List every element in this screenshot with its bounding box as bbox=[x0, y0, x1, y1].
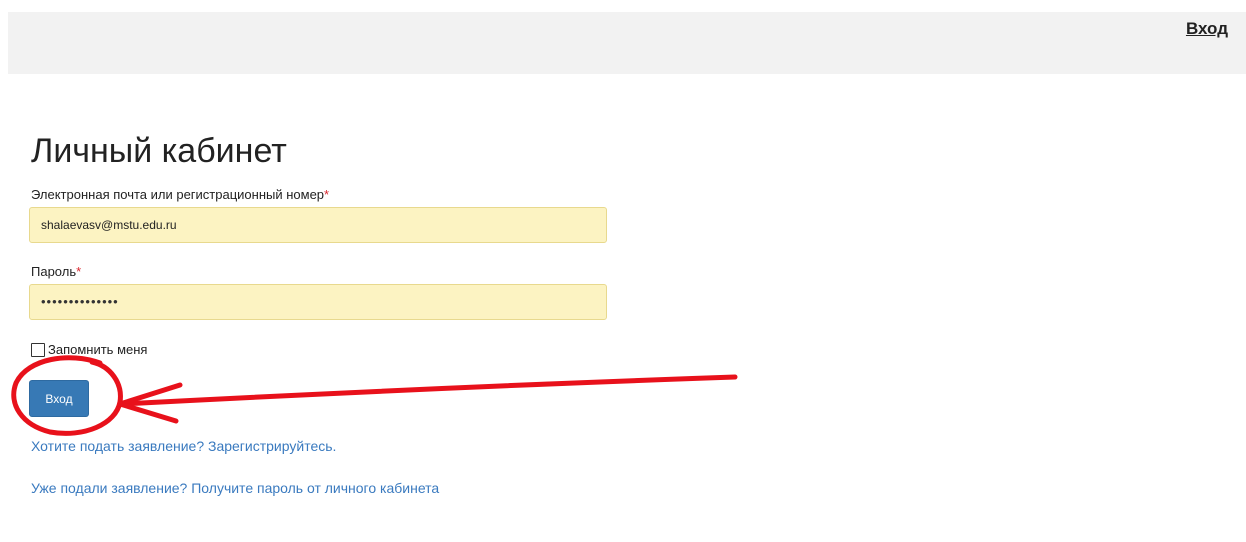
password-field[interactable]: •••••••••••••• bbox=[29, 284, 607, 320]
remember-me-row: Запомнить меня bbox=[31, 342, 147, 357]
annotation-arrow-head-lower bbox=[117, 401, 179, 424]
email-required-star: * bbox=[324, 187, 330, 202]
annotation-arrow-shaft bbox=[119, 374, 738, 407]
top-bar: Вход bbox=[8, 12, 1246, 74]
email-field[interactable] bbox=[29, 207, 607, 243]
remember-me-checkbox[interactable] bbox=[31, 342, 45, 357]
header-login-link[interactable]: Вход bbox=[1186, 19, 1228, 39]
register-link[interactable]: Хотите подать заявление? Зарегистрируйте… bbox=[31, 438, 336, 454]
password-label-text: Пароль bbox=[31, 264, 77, 279]
password-field-label: Пароль* bbox=[31, 264, 81, 280]
red-annotation-overlay bbox=[11, 355, 738, 436]
page-title: Личный кабинет bbox=[31, 132, 287, 170]
login-page: Вход Личный кабинет Электронная почта ил… bbox=[0, 0, 1246, 542]
get-password-link[interactable]: Уже подали заявление? Получите пароль от… bbox=[31, 480, 439, 496]
email-label-text: Электронная почта или регистрационный но… bbox=[31, 187, 325, 202]
annotation-arrow-head-upper bbox=[117, 382, 183, 407]
remember-me-label[interactable]: Запомнить меня bbox=[48, 342, 147, 357]
password-masked-value: •••••••••••••• bbox=[41, 294, 119, 309]
email-field-label: Электронная почта или регистрационный но… bbox=[31, 187, 329, 203]
password-required-star: * bbox=[76, 264, 82, 279]
login-submit-button[interactable]: Вход bbox=[29, 380, 89, 417]
